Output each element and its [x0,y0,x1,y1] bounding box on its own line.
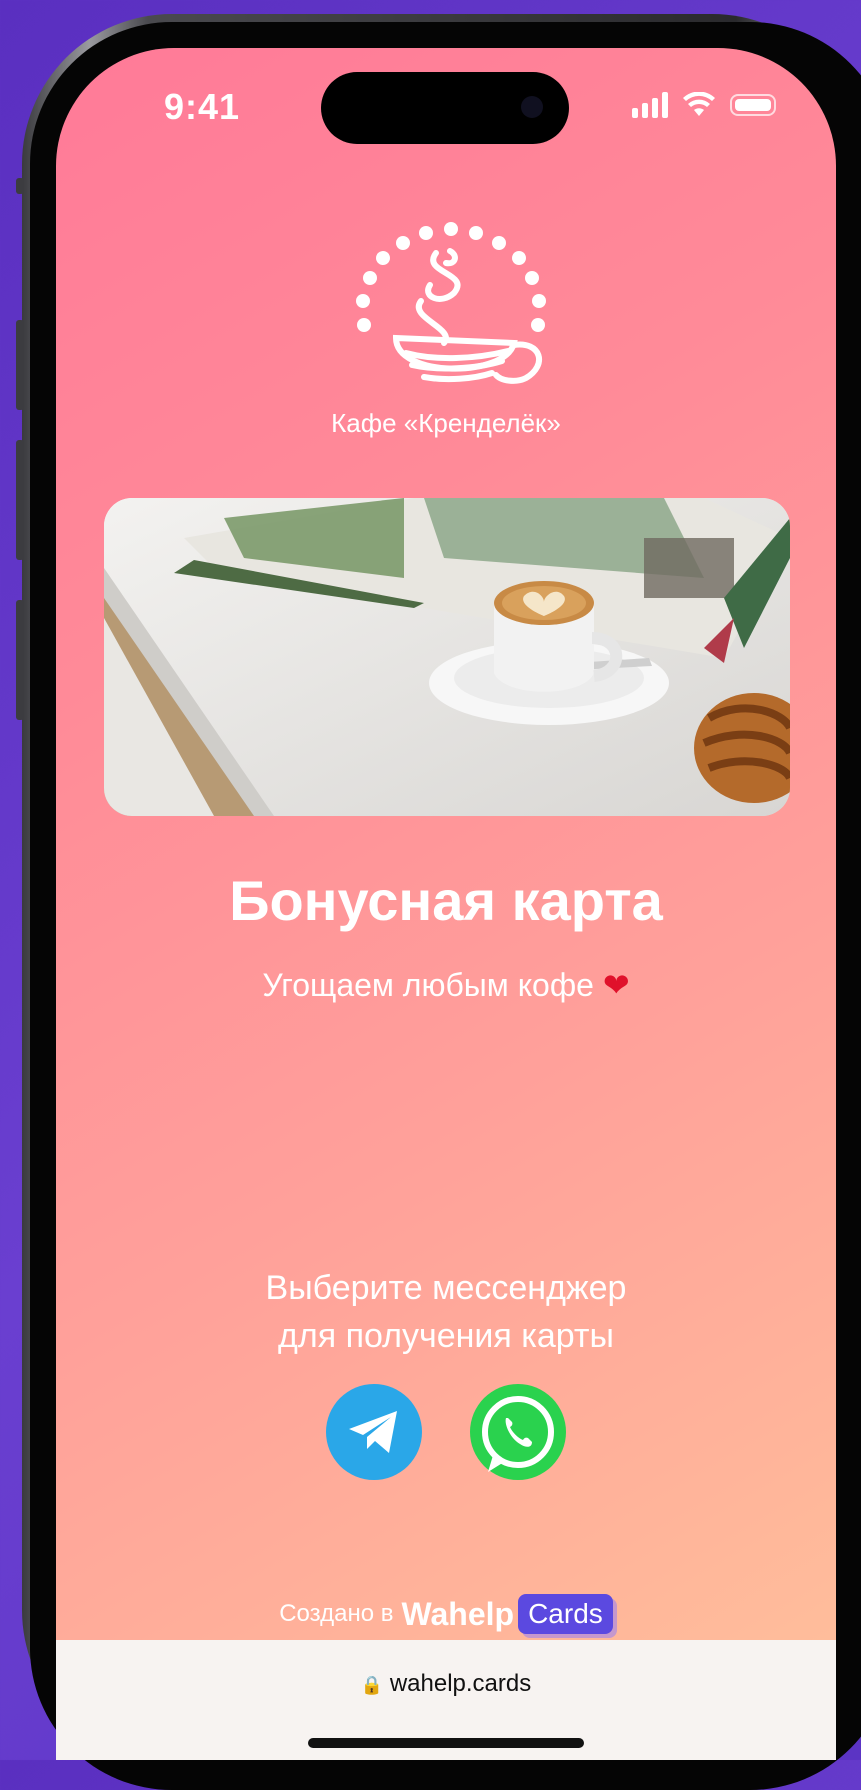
cafe-name: Кафе «Кренделёк» [331,408,561,438]
made-with: Создано в Wahelp Cards [56,1594,836,1634]
made-with-text: Создано в [279,1600,394,1627]
side-button [16,320,24,410]
address-bar: 🔒 wahelp.cards [56,1640,836,1760]
brand-name[interactable]: Wahelp [401,1596,514,1633]
card-title: Бонусная карта [229,869,663,932]
telegram-icon [349,1411,397,1453]
whatsapp-button[interactable] [470,1384,566,1480]
coffee-magazine-image [104,498,790,816]
messenger-options [56,1384,836,1480]
status-bar: 9:41 [56,48,836,168]
status-icons [632,92,776,118]
dynamic-island [321,72,569,144]
side-button [16,440,24,560]
camera-icon [521,96,543,118]
side-button [16,600,24,720]
messenger-prompt: Выберите мессенджер для получения карты [56,1264,836,1360]
home-indicator[interactable] [308,1738,584,1748]
messenger-prompt-line2: для получения карты [278,1317,614,1355]
screen: 9:41 Кафе «Кренделёк» Бонусная карта Уго… [56,48,836,1760]
address-url[interactable]: 🔒 wahelp.cards [56,1670,836,1698]
cellular-signal-icon [632,92,668,118]
whatsapp-icon [482,1396,554,1472]
url-text: wahelp.cards [389,1670,532,1697]
card-subtitle: Угощаем любым кофе ❤ [56,966,836,1004]
cafe-photo [104,498,790,816]
lock-icon: 🔒 [360,1675,384,1695]
card-subtitle-text: Угощаем любым кофе [262,967,594,1003]
telegram-button[interactable] [326,1384,422,1480]
wifi-icon [683,92,715,116]
heart-icon: ❤ [602,967,630,1003]
side-button [16,178,24,194]
cafe-logo-icon [356,222,546,384]
status-time: 9:41 [164,86,241,127]
battery-icon [730,94,776,116]
brand-badge[interactable]: Cards [518,1594,613,1634]
messenger-prompt-line1: Выберите мессенджер [265,1269,627,1307]
